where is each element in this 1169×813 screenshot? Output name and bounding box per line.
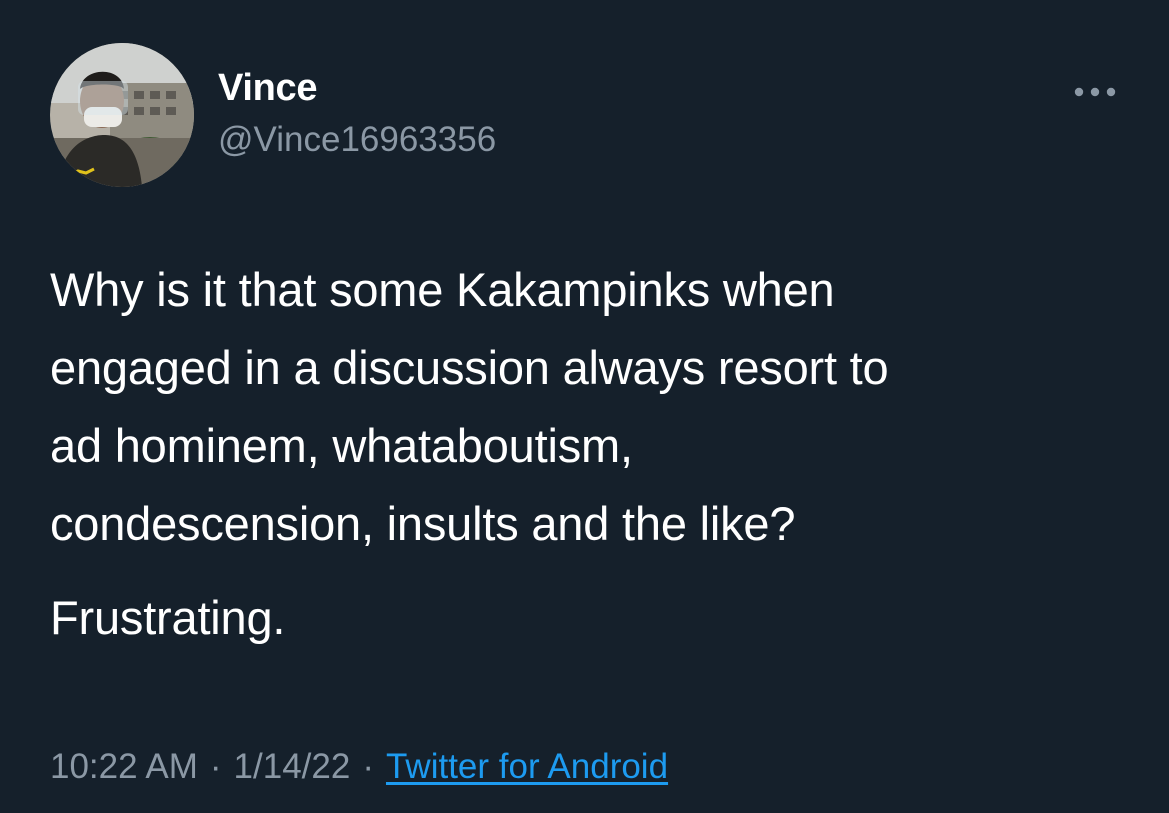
- user-handle[interactable]: @Vince16963356: [218, 118, 496, 162]
- tweet-text: Why is it that some Kakampinks when enga…: [50, 251, 1140, 657]
- tweet-line: ad hominem, whataboutism,: [50, 419, 633, 472]
- more-options-button[interactable]: [1064, 72, 1126, 112]
- tweet-card: Vince @Vince16963356 Why is it that some…: [0, 0, 1169, 813]
- tweet-line: condescension, insults and the like?: [50, 497, 796, 550]
- display-name[interactable]: Vince: [218, 66, 318, 110]
- avatar-photo-icon: [50, 43, 194, 187]
- tweet-line: Why is it that some Kakampinks when: [50, 263, 835, 316]
- tweet-paragraph: Frustrating.: [50, 579, 1140, 657]
- tweet-line: Frustrating.: [50, 591, 286, 644]
- separator: ·: [209, 747, 222, 786]
- tweet-line: engaged in a discussion always resort to: [50, 341, 889, 394]
- tweet-time[interactable]: 10:22 AM: [50, 747, 198, 786]
- separator: ·: [362, 747, 374, 786]
- avatar[interactable]: [50, 43, 194, 187]
- tweet-date[interactable]: 1/14/22: [234, 747, 351, 786]
- tweet-paragraph: Why is it that some Kakampinks when enga…: [50, 251, 1140, 563]
- tweet-metadata: 10:22 AM · 1/14/22 · Twitter for Android: [50, 743, 668, 791]
- more-horizontal-icon: [1074, 87, 1116, 97]
- tweet-source-link[interactable]: Twitter for Android: [386, 747, 668, 786]
